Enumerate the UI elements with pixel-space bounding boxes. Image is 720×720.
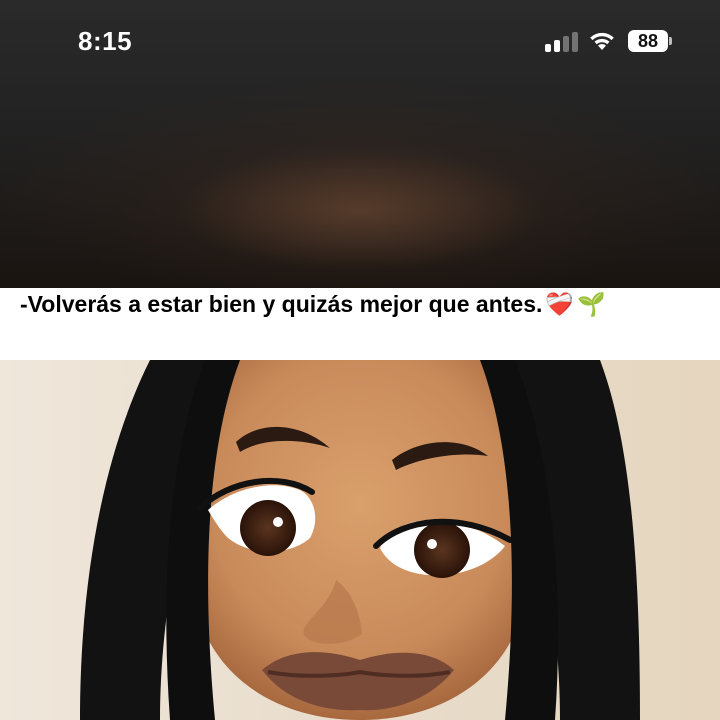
battery-cap — [669, 37, 672, 45]
caption-text: -Volverás a estar bien y quizás mejor qu… — [20, 288, 700, 321]
battery-indicator: 88 — [628, 30, 672, 52]
seedling-emoji: 🌱 — [577, 292, 606, 318]
cartoon-portrait-illustration — [0, 360, 720, 720]
wifi-icon — [590, 32, 614, 50]
signal-bar — [572, 32, 578, 52]
cellular-signal-icon — [545, 30, 579, 52]
caption-message: -Volverás a estar bien y quizás mejor qu… — [20, 291, 543, 317]
left-eye-highlight — [273, 517, 283, 527]
signal-bar — [554, 40, 560, 52]
mending-heart-emoji: ❤️‍🩹 — [545, 292, 575, 318]
status-time: 8:15 — [78, 26, 133, 56]
signal-bar — [545, 44, 551, 52]
left-iris — [240, 500, 296, 556]
right-iris — [414, 522, 470, 578]
signal-bar — [563, 36, 569, 52]
right-eye-highlight — [427, 539, 437, 549]
status-bar: 8:15 88 — [0, 0, 720, 80]
caption-banner: -Volverás a estar bien y quizás mejor qu… — [0, 288, 720, 360]
battery-level: 88 — [637, 31, 659, 51]
